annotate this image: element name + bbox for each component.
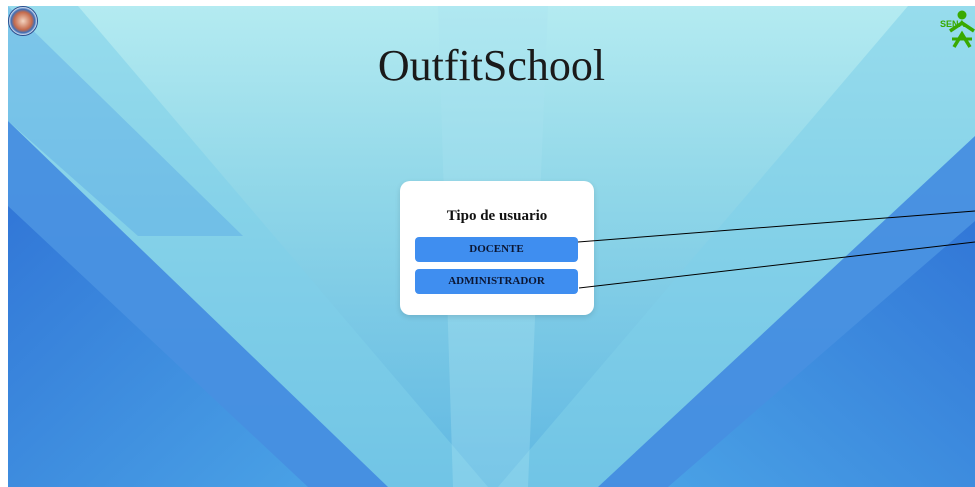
docente-button[interactable]: DOCENTE [415,237,578,262]
page-background: SENA OutfitSchool Tipo de usuario DOCENT… [8,6,975,487]
card-heading: Tipo de usuario [446,208,548,224]
page-title: OutfitSchool [377,41,606,90]
administrador-button[interactable]: ADMINISTRADOR [415,269,578,294]
user-type-card: Tipo de usuario DOCENTE ADMINISTRADOR [400,181,594,315]
school-crest-icon [8,6,38,36]
